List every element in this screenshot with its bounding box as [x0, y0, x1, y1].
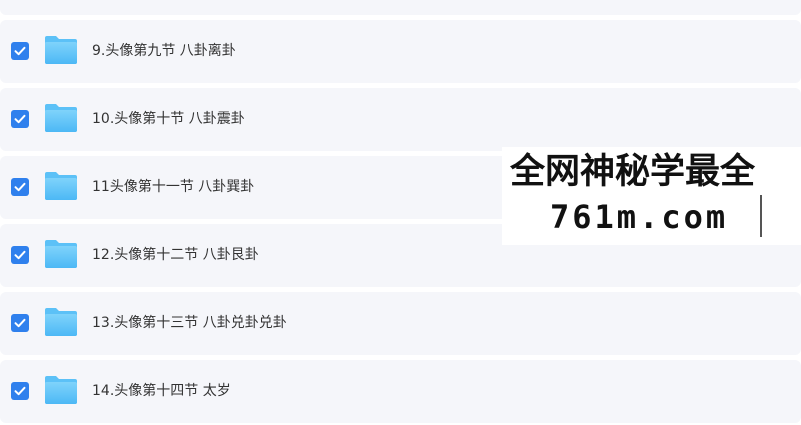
file-name[interactable]: 14.头像第十四节 太岁: [92, 360, 231, 423]
checkbox[interactable]: [11, 42, 29, 60]
folder-icon: [43, 102, 79, 134]
checkmark-icon: [14, 250, 26, 260]
folder-icon: [43, 170, 79, 202]
checkbox[interactable]: [11, 246, 29, 264]
checkmark-icon: [14, 182, 26, 192]
checkbox[interactable]: [11, 382, 29, 400]
watermark-overlay: 全网神秘学最全 761m.com: [502, 147, 801, 245]
checkmark-icon: [14, 318, 26, 328]
checkbox[interactable]: [11, 314, 29, 332]
folder-icon: [43, 34, 79, 66]
file-browser: 9.头像第九节 八卦离卦 10.头像第十节 八卦震卦 11头像第十一节 八卦巽卦: [0, 0, 801, 425]
folder-icon: [43, 238, 79, 270]
folder-icon: [43, 374, 79, 406]
file-name[interactable]: 11头像第十一节 八卦巽卦: [92, 156, 254, 219]
checkmark-icon: [14, 386, 26, 396]
file-name[interactable]: 12.头像第十二节 八卦艮卦: [92, 224, 259, 287]
file-name[interactable]: 13.头像第十三节 八卦兑卦兑卦: [92, 292, 287, 355]
list-item[interactable]: 10.头像第十节 八卦震卦: [0, 88, 801, 151]
file-name[interactable]: 9.头像第九节 八卦离卦: [92, 20, 236, 83]
checkbox[interactable]: [11, 110, 29, 128]
list-item[interactable]: [0, 0, 801, 15]
text-cursor: [760, 195, 762, 237]
list-item[interactable]: 13.头像第十三节 八卦兑卦兑卦: [0, 292, 801, 355]
watermark-slogan: 全网神秘学最全: [510, 152, 756, 192]
list-item[interactable]: 14.头像第十四节 太岁: [0, 360, 801, 423]
checkbox[interactable]: [11, 178, 29, 196]
checkmark-icon: [14, 114, 26, 124]
list-item[interactable]: 9.头像第九节 八卦离卦: [0, 20, 801, 83]
file-name[interactable]: 10.头像第十节 八卦震卦: [92, 88, 245, 151]
watermark-domain: 761m.com: [550, 198, 729, 236]
folder-icon: [43, 306, 79, 338]
checkmark-icon: [14, 46, 26, 56]
